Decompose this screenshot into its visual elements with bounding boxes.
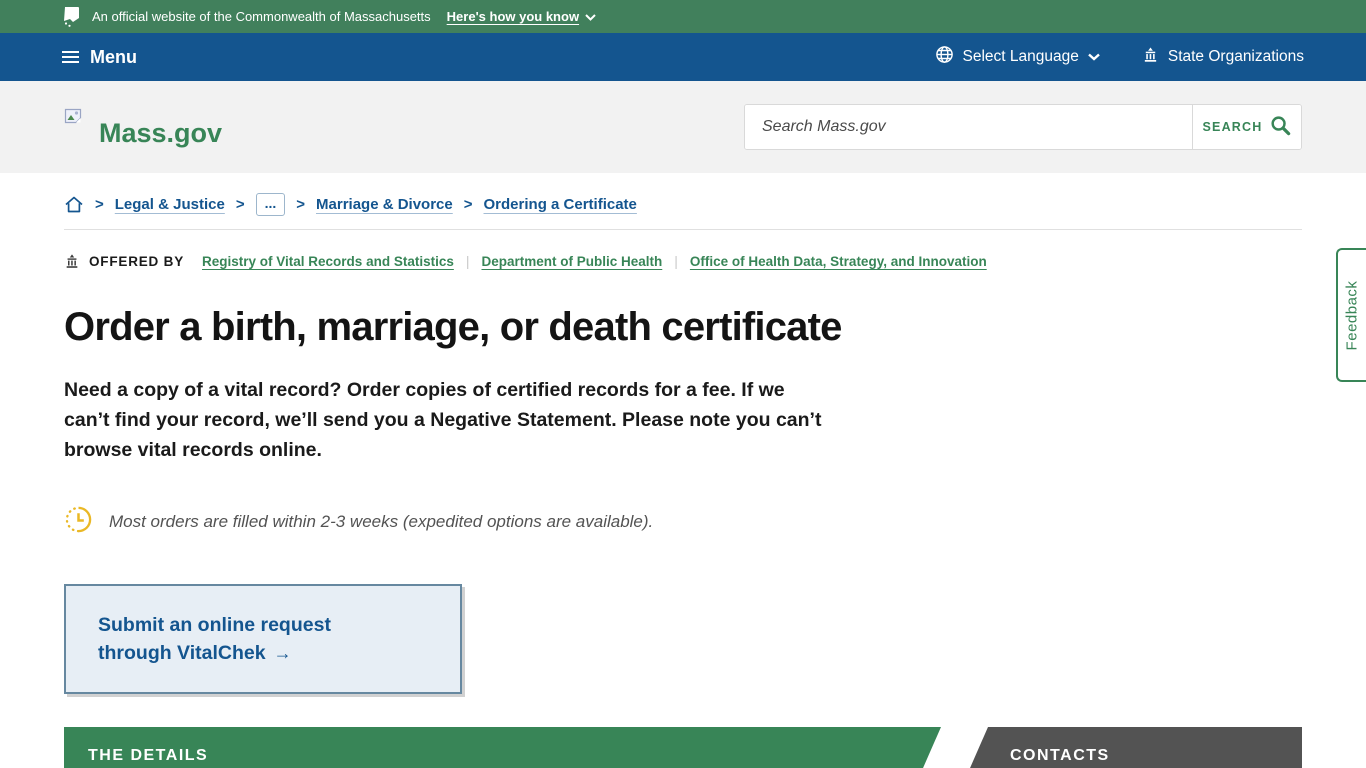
tab-contacts-label: CONTACTS <box>1010 747 1110 765</box>
tab-contacts[interactable]: CONTACTS <box>963 727 1302 768</box>
official-banner: An official website of the Commonwealth … <box>0 0 1366 33</box>
lead-paragraph: Need a copy of a vital record? Order cop… <box>64 375 1302 465</box>
banner-text: An official website of the Commonwealth … <box>92 9 431 24</box>
offered-link-registry-vital-records[interactable]: Registry of Vital Records and Statistics <box>202 254 454 269</box>
mass-gov-page: An official website of the Commonwealth … <box>0 0 1366 768</box>
feedback-button[interactable]: Feedback <box>1336 248 1366 382</box>
massgov-logo-link[interactable]: Mass.gov <box>64 108 222 147</box>
chevron-down-icon <box>1088 48 1100 66</box>
vitalchek-button-line1: Submit an online request <box>98 611 440 639</box>
breadcrumb: > Legal & Justice > ... > Marriage & Div… <box>64 193 1302 216</box>
processing-time-text: Most orders are filled within 2-3 weeks … <box>109 512 653 532</box>
search-bar: SEARCH <box>744 104 1302 150</box>
navbar-right: Select Language State Organizations <box>935 45 1305 69</box>
site-header: Mass.gov SEARCH <box>0 81 1366 173</box>
select-language-label: Select Language <box>963 48 1079 66</box>
capitol-icon <box>64 254 80 269</box>
breadcrumb-ellipsis-button[interactable]: ... <box>256 193 286 216</box>
vitalchek-button-line2: through VitalChek → <box>98 639 440 667</box>
chevron-down-icon <box>585 9 596 24</box>
ma-flag-icon <box>62 5 81 28</box>
lead-line: browse vital records online. <box>64 435 1302 465</box>
search-icon <box>1270 115 1291 139</box>
menu-label: Menu <box>90 47 137 68</box>
lead-line: Need a copy of a vital record? Order cop… <box>64 375 1302 405</box>
breadcrumb-link-ordering-certificate[interactable]: Ordering a Certificate <box>484 196 637 213</box>
hamburger-icon <box>62 51 79 63</box>
offered-by-row: OFFERED BY Registry of Vital Records and… <box>64 253 1302 269</box>
offered-divider: | <box>674 253 678 269</box>
broken-image-icon <box>64 108 85 132</box>
search-button[interactable]: SEARCH <box>1192 105 1301 149</box>
breadcrumb-separator: > <box>296 196 305 213</box>
breadcrumb-link-marriage-divorce[interactable]: Marriage & Divorce <box>316 196 453 213</box>
lead-line: can’t find your record, we’ll send you a… <box>64 405 1302 435</box>
vitalchek-request-button[interactable]: Submit an online request through VitalCh… <box>64 584 462 694</box>
page-title: Order a birth, marriage, or death certif… <box>64 305 1302 350</box>
offered-link-dept-public-health[interactable]: Department of Public Health <box>481 254 662 269</box>
home-icon[interactable] <box>64 195 84 214</box>
heres-how-you-know-button[interactable]: Here's how you know <box>447 9 596 24</box>
state-organizations-button[interactable]: State Organizations <box>1142 47 1304 68</box>
breadcrumb-separator: > <box>95 196 104 213</box>
breadcrumb-separator: > <box>464 196 473 213</box>
state-organizations-label: State Organizations <box>1168 48 1304 66</box>
main-content: > Legal & Justice > ... > Marriage & Div… <box>0 193 1366 768</box>
arrow-right-icon: → <box>274 643 292 663</box>
globe-icon <box>935 45 954 69</box>
search-input[interactable] <box>745 105 1192 149</box>
clock-icon <box>64 505 93 539</box>
section-tabs: THE DETAILS CONTACTS <box>64 727 1302 768</box>
offered-by-label: OFFERED BY <box>89 254 184 269</box>
main-navbar: Menu Select Language <box>0 33 1366 81</box>
offered-divider: | <box>466 253 470 269</box>
processing-time-note: Most orders are filled within 2-3 weeks … <box>64 505 1302 539</box>
select-language-button[interactable]: Select Language <box>935 45 1100 69</box>
vitalchek-label: through VitalChek <box>98 642 266 664</box>
breadcrumb-separator: > <box>236 196 245 213</box>
heres-how-you-know-label: Here's how you know <box>447 9 579 24</box>
tab-the-details[interactable]: THE DETAILS <box>64 727 941 768</box>
breadcrumb-divider <box>64 229 1302 230</box>
menu-button[interactable]: Menu <box>62 47 137 68</box>
breadcrumb-link-legal-justice[interactable]: Legal & Justice <box>115 196 225 213</box>
capitol-icon <box>1142 47 1159 68</box>
massgov-logotype: Mass.gov <box>99 120 222 147</box>
tab-the-details-label: THE DETAILS <box>88 747 208 765</box>
offered-link-office-health-data[interactable]: Office of Health Data, Strategy, and Inn… <box>690 254 987 269</box>
feedback-label: Feedback <box>1344 280 1361 350</box>
search-button-label: SEARCH <box>1203 120 1263 134</box>
